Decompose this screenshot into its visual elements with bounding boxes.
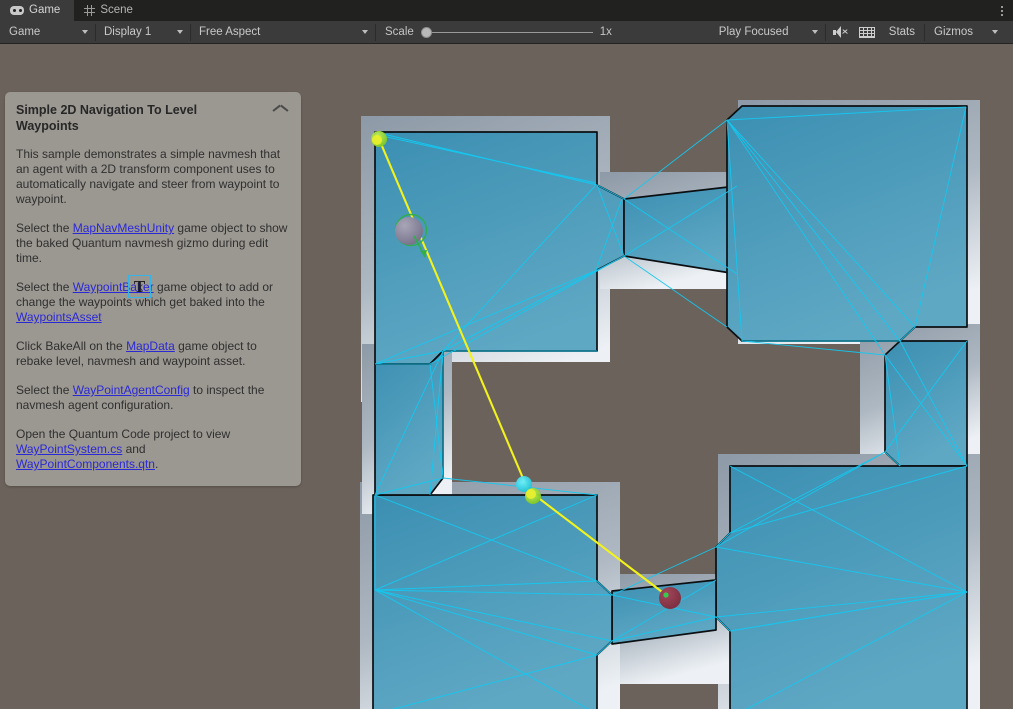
link-waypointagentconfig[interactable]: WayPointAgentConfig [73,383,190,397]
toolbar-divider [95,23,96,41]
toolbar-divider [824,23,826,41]
aspect-ratio-dropdown[interactable]: Free Aspect [192,22,374,42]
gizmo-grid-icon [859,26,876,38]
scale-slider-track [420,31,593,33]
mute-audio-icon [832,26,848,38]
more-options-icon[interactable] [991,0,1013,21]
agent-body [395,217,423,245]
info-paragraph-code: Open the Quantum Code project to view Wa… [16,427,231,471]
game-view-toolbar: Game Display 1 Free Aspect Scale 1x Play… [0,21,1013,44]
navmesh-poly-bottom-right [715,465,968,709]
info-paragraph-select-baker: Select the WaypointBaker game object to … [16,280,274,324]
chevron-down-icon [82,30,88,34]
target-display-kind-label: Game [9,25,41,38]
play-mode-dropdown[interactable]: Play Focused [711,22,824,42]
display-label: Display 1 [104,25,152,38]
scale-slider-knob[interactable] [420,26,432,38]
target-display-kind-dropdown[interactable]: Game [2,22,94,42]
info-paragraph-bakeall: Click BakeAll on the MapData game object… [16,339,257,368]
gizmos-label: Gizmos [934,26,973,38]
play-mode-label: Play Focused [718,25,789,38]
scale-value-label: 1x [599,26,612,38]
window-tab-bar: Game Scene [0,0,1013,21]
aspect-ratio-label: Free Aspect [199,25,261,38]
target-sphere [659,587,681,609]
scale-control: Scale 1x [377,23,624,42]
game-viewport[interactable]: Simple 2D Navigation To Level Waypoints … [0,44,1013,709]
link-waypointsystem-cs[interactable]: WayPointSystem.cs [16,442,122,456]
info-paragraph-select-navmesh: Select the MapNavMeshUnity game object t… [16,221,288,265]
chevron-down-icon [991,30,998,34]
info-panel-header: Simple 2D Navigation To Level Waypoints [16,103,288,134]
tab-game-label: Game [29,4,61,16]
tab-scene[interactable]: Scene [74,0,147,21]
link-mapdata[interactable]: MapData [126,339,175,353]
toolbar-divider [375,23,376,41]
scale-label: Scale [385,26,414,38]
unity-game-window: Game Scene Game Display 1 Free Aspect Sc… [0,0,1013,709]
navmesh-poly-top-right [726,105,968,342]
gizmo-grid-button[interactable] [854,23,881,42]
chevron-down-icon [362,30,368,34]
link-waypointcomponents-qtn[interactable]: WayPointComponents.qtn [16,457,155,471]
tab-bar-spacer [147,0,991,21]
gizmos-button[interactable]: Gizmos [926,22,981,42]
link-waypointbaker[interactable]: WaypointBaker [73,280,154,294]
gamepad-icon [10,6,24,15]
info-paragraph-intro: This sample demonstrates a simple navmes… [16,147,281,206]
gizmos-dropdown-button[interactable] [981,22,1008,42]
chevron-down-icon [811,30,818,34]
mute-audio-button[interactable] [827,23,854,42]
info-panel-body: This sample demonstrates a simple navmes… [16,147,288,472]
chevron-up-icon[interactable] [273,105,288,115]
display-dropdown[interactable]: Display 1 [97,22,189,42]
toolbar-right-group: Play Focused Stats Gizmos [711,22,1011,42]
hash-icon [84,5,96,16]
sample-info-panel: Simple 2D Navigation To Level Waypoints … [5,92,301,486]
tab-scene-label: Scene [100,4,133,16]
navmesh-poly-top-left [374,131,625,365]
info-panel-title: Simple 2D Navigation To Level Waypoints [16,103,198,133]
toolbar-divider [190,23,191,41]
stats-label: Stats [888,26,916,38]
chevron-down-icon [177,30,183,34]
info-paragraph-agent-config: Select the WayPointAgentConfig to inspec… [16,383,265,412]
link-mapnavmeshunity[interactable]: MapNavMeshUnity [73,221,174,235]
scale-slider[interactable] [420,26,593,39]
toolbar-divider [924,23,926,41]
tab-game[interactable]: Game [0,0,75,21]
link-waypointsasset[interactable]: WaypointsAsset [16,310,102,324]
stats-button[interactable]: Stats [881,23,923,42]
